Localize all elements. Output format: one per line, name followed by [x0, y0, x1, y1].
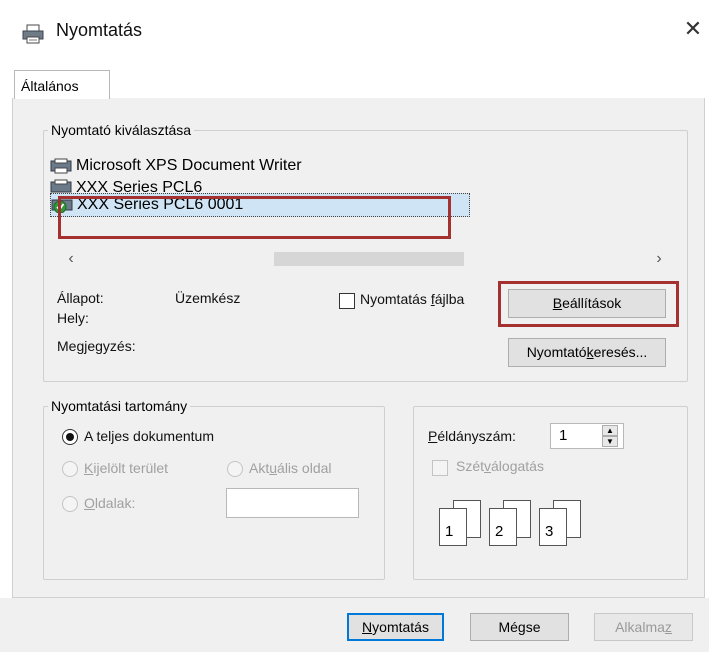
printer-name: Microsoft XPS Document Writer — [76, 157, 302, 174]
collate-page-set: 1 1 — [439, 500, 489, 546]
current-page-radio[interactable] — [227, 461, 243, 477]
collate-page-set: 2 2 — [489, 500, 539, 546]
collate-illustration: 1 1 2 2 3 3 — [439, 500, 599, 550]
collate-page-set: 3 3 — [539, 500, 589, 546]
pages-radio[interactable] — [62, 496, 78, 512]
printer-item-pcl6[interactable]: XXX Series PCL6 — [50, 179, 202, 193]
status-value: Üzemkész — [175, 290, 241, 306]
comment-label: Megjegyzés: — [57, 338, 136, 354]
copies-label: Példányszám: — [428, 428, 516, 444]
pages-label: Oldalak: — [84, 495, 136, 511]
printer-select-label: Nyomtató kiválasztása — [48, 122, 195, 138]
close-button[interactable]: ✕ — [680, 14, 706, 44]
printer-icon — [22, 24, 44, 44]
scroll-left-icon[interactable]: ‹ — [62, 249, 80, 269]
printer-item-xps[interactable]: Microsoft XPS Document Writer — [50, 155, 302, 177]
collate-label: Szétválogatás — [456, 458, 544, 474]
status-label: Állapot: — [57, 290, 104, 306]
all-pages-radio[interactable] — [62, 429, 78, 445]
page-range-label: Nyomtatási tartomány — [48, 398, 191, 414]
window-title: Nyomtatás — [56, 20, 143, 40]
page-front: 3 — [539, 508, 567, 546]
tab-general[interactable]: Általános — [14, 70, 110, 99]
copies-stepper[interactable]: 1 ▲ ▼ — [550, 423, 624, 449]
find-printer-button[interactable]: Nyomtatókeresés... — [508, 338, 666, 367]
spin-down-icon[interactable]: ▼ — [602, 436, 618, 447]
location-label: Hely: — [57, 310, 89, 326]
page-front: 1 — [439, 508, 467, 546]
printer-list-scrollbar[interactable]: ‹ › — [60, 249, 670, 269]
close-icon: ✕ — [683, 16, 703, 41]
printer-icon — [50, 179, 72, 193]
selection-radio[interactable] — [62, 461, 78, 477]
apply-button[interactable]: Alkalmaz — [594, 613, 693, 641]
cancel-button[interactable]: Mégse — [470, 613, 569, 641]
current-page-label: Aktuális oldal — [249, 460, 332, 476]
printer-icon — [50, 158, 72, 174]
printer-name: XXX Series PCL6 — [76, 179, 203, 193]
all-pages-label: A teljes dokumentum — [84, 428, 214, 444]
collate-checkbox[interactable] — [432, 460, 448, 476]
scrollbar-thumb[interactable] — [274, 252, 464, 266]
copies-value: 1 — [559, 427, 568, 444]
print-to-file-checkbox[interactable] — [339, 293, 355, 309]
print-dialog: Nyomtatás ✕ Általános Nyomtató kiválaszt… — [0, 0, 709, 652]
selection-label: Kijelölt terület — [84, 460, 169, 476]
highlight-selected-printer — [58, 196, 451, 239]
page-front: 2 — [489, 508, 517, 546]
print-to-file-label: Nyomtatás fájlba — [360, 291, 465, 307]
spin-up-icon[interactable]: ▲ — [602, 425, 618, 436]
pages-input[interactable] — [226, 488, 359, 518]
highlight-settings-button — [498, 281, 679, 327]
scroll-right-icon[interactable]: › — [650, 249, 668, 269]
print-button[interactable]: Nyomtatás — [347, 613, 444, 641]
